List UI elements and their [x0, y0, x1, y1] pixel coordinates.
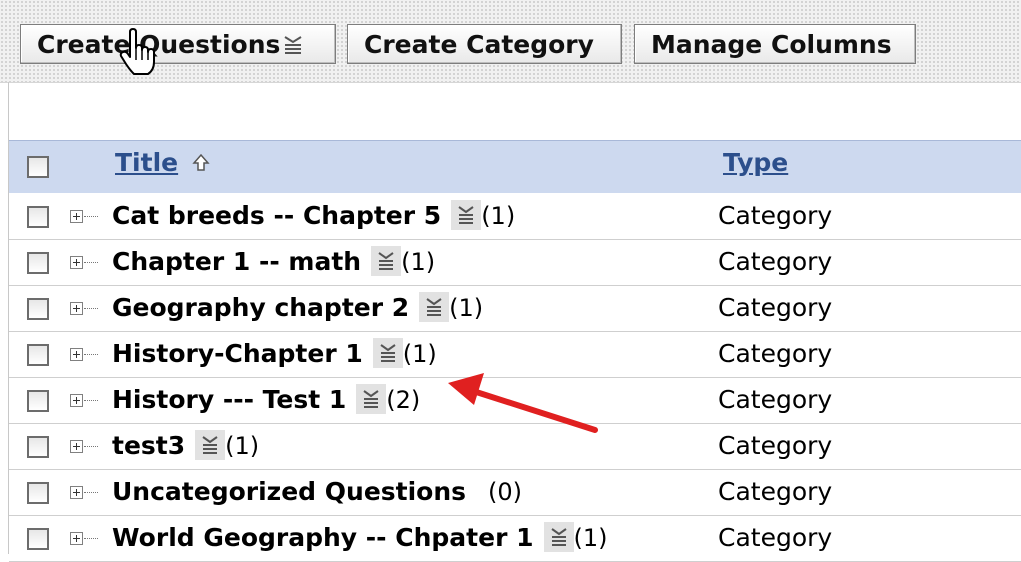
- type-cell: Category: [718, 339, 833, 368]
- table-header: Title Type: [9, 140, 1021, 193]
- menu-icon: [426, 298, 442, 316]
- select-all-checkbox[interactable]: [27, 156, 49, 178]
- row-title-cell: Cat breeds -- Chapter 5 (1): [112, 193, 515, 239]
- tree-connector: [84, 262, 98, 263]
- annotation-arrow: [448, 373, 598, 433]
- question-count: (0): [488, 478, 523, 506]
- table-row: Uncategorized Questions (0) Category: [9, 469, 1021, 516]
- row-checkbox[interactable]: [27, 206, 49, 228]
- sort-ascending-icon[interactable]: [192, 153, 210, 173]
- row-title-cell: History --- Test 1 (2): [112, 377, 420, 423]
- row-checkbox[interactable]: [27, 528, 49, 550]
- create-category-button[interactable]: Create Category: [347, 24, 622, 64]
- manage-columns-label: Manage Columns: [651, 30, 892, 59]
- expand-icon[interactable]: [70, 210, 83, 223]
- context-menu-button[interactable]: [543, 522, 574, 552]
- hand-cursor-icon: [119, 28, 155, 75]
- table-row: World Geography -- Chpater 1 (1) Category: [9, 515, 1021, 562]
- table-row: Cat breeds -- Chapter 5 (1) Category: [9, 193, 1021, 240]
- context-menu-button[interactable]: [371, 246, 402, 276]
- type-cell: Category: [718, 523, 833, 552]
- manage-columns-button[interactable]: Manage Columns: [634, 24, 916, 64]
- menu-icon: [363, 390, 379, 408]
- context-menu-button[interactable]: [372, 338, 403, 368]
- type-column-header[interactable]: Type: [723, 148, 788, 177]
- context-menu-button[interactable]: [451, 200, 482, 230]
- expand-icon[interactable]: [70, 256, 83, 269]
- tree-connector: [84, 354, 98, 355]
- type-cell: Category: [718, 201, 833, 230]
- row-checkbox[interactable]: [27, 482, 49, 504]
- menu-icon: [458, 206, 474, 224]
- type-cell: Category: [718, 477, 833, 506]
- type-cell: Category: [718, 431, 833, 460]
- category-title[interactable]: Geography chapter 2: [112, 293, 409, 322]
- expand-icon[interactable]: [70, 532, 83, 545]
- row-checkbox[interactable]: [27, 298, 49, 320]
- row-title-cell: Uncategorized Questions (0): [112, 469, 522, 515]
- menu-icon: [378, 252, 394, 270]
- row-checkbox[interactable]: [27, 436, 49, 458]
- row-title-cell: test3 (1): [112, 423, 259, 469]
- toolbar: Create Questions Create Category Manage …: [0, 0, 1021, 83]
- question-count: (1): [481, 202, 516, 230]
- question-count: (1): [225, 432, 260, 460]
- create-questions-label: Create Questions: [37, 30, 281, 59]
- row-checkbox[interactable]: [27, 344, 49, 366]
- table-row: Geography chapter 2 (1) Category: [9, 285, 1021, 332]
- category-title[interactable]: Chapter 1 -- math: [112, 247, 361, 276]
- type-cell: Category: [718, 293, 833, 322]
- category-title[interactable]: Cat breeds -- Chapter 5: [112, 201, 441, 230]
- create-questions-button[interactable]: Create Questions: [20, 24, 336, 64]
- question-count: (1): [402, 340, 437, 368]
- category-title[interactable]: History-Chapter 1: [112, 339, 363, 368]
- category-title[interactable]: Uncategorized Questions: [112, 477, 466, 506]
- question-count: (1): [449, 294, 484, 322]
- tree-connector: [84, 446, 98, 447]
- menu-icon: [380, 344, 396, 362]
- question-count: (1): [401, 248, 436, 276]
- type-cell: Category: [718, 385, 833, 414]
- create-category-label: Create Category: [364, 30, 594, 59]
- category-title[interactable]: History --- Test 1: [112, 385, 346, 414]
- expand-icon[interactable]: [70, 440, 83, 453]
- question-pool-table: Title Type Cat breeds -- Chapter 5 (1) Cat…: [8, 82, 1021, 562]
- context-menu-button[interactable]: [356, 384, 387, 414]
- row-title-cell: World Geography -- Chpater 1 (1): [112, 515, 608, 561]
- menu-icon: [550, 528, 567, 546]
- tree-connector: [84, 400, 98, 401]
- expand-icon[interactable]: [70, 394, 83, 407]
- question-count: (2): [386, 386, 421, 414]
- tree-connector: [84, 308, 98, 309]
- expand-icon[interactable]: [70, 348, 83, 361]
- title-column-header[interactable]: Title: [115, 148, 178, 177]
- menu-icon: [284, 36, 302, 54]
- expand-icon[interactable]: [70, 302, 83, 315]
- context-menu-button[interactable]: [195, 430, 226, 460]
- row-checkbox[interactable]: [27, 390, 49, 412]
- tree-connector: [84, 216, 98, 217]
- row-title-cell: History-Chapter 1 (1): [112, 331, 437, 377]
- tree-connector: [84, 538, 98, 539]
- context-menu-button[interactable]: [419, 292, 450, 322]
- row-title-cell: Geography chapter 2 (1): [112, 285, 483, 331]
- question-count: (1): [573, 524, 608, 552]
- row-title-cell: Chapter 1 -- math (1): [112, 239, 435, 285]
- menu-icon: [202, 436, 218, 454]
- table-row: Chapter 1 -- math (1) Category: [9, 239, 1021, 286]
- tree-connector: [84, 492, 98, 493]
- category-title[interactable]: test3: [112, 431, 185, 460]
- row-checkbox[interactable]: [27, 252, 49, 274]
- category-title[interactable]: World Geography -- Chpater 1: [112, 523, 534, 552]
- expand-icon[interactable]: [70, 486, 83, 499]
- type-cell: Category: [718, 247, 833, 276]
